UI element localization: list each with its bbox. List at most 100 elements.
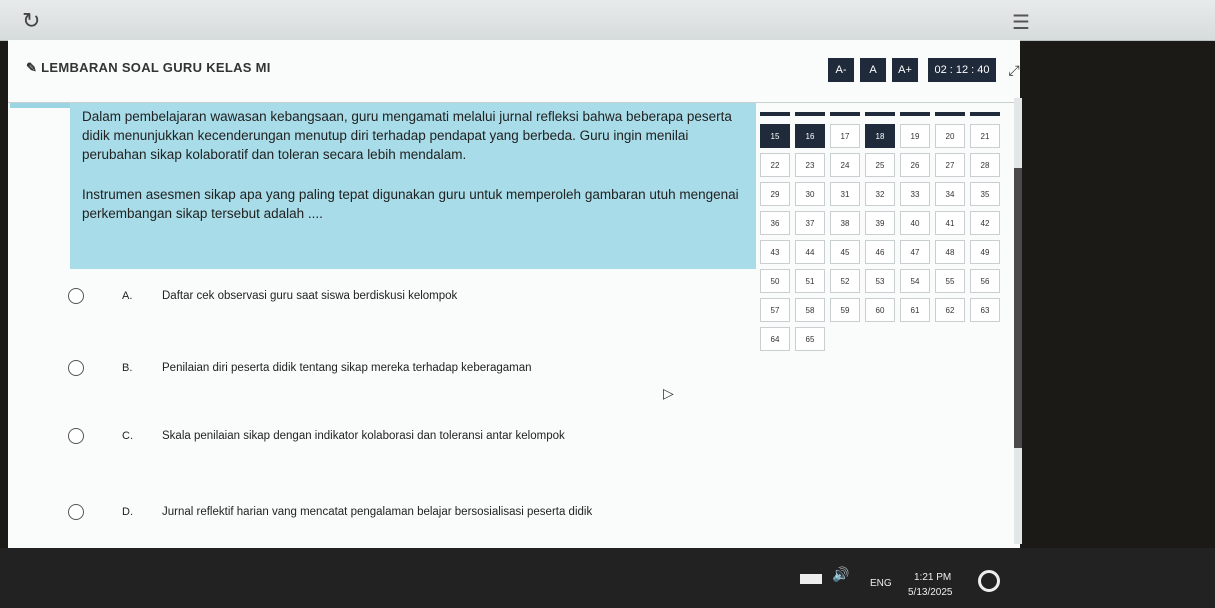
navigator-question-19[interactable]: 19 <box>900 124 930 148</box>
navigator-question-63[interactable]: 63 <box>970 298 1000 322</box>
navigator-question-30[interactable]: 30 <box>795 182 825 206</box>
navigator-stripe <box>830 112 860 116</box>
navigator-question-48[interactable]: 48 <box>935 240 965 264</box>
clock-time[interactable]: 1:21 PM <box>914 572 951 583</box>
navigator-stripe <box>935 112 965 116</box>
option-text[interactable]: Penilaian diri peserta didik tentang sik… <box>162 362 532 374</box>
option-b[interactable]: B. Penilaian diri peserta didik tentang … <box>68 356 532 380</box>
navigator-question-28[interactable]: 28 <box>970 153 1000 177</box>
navigator-question-39[interactable]: 39 <box>865 211 895 235</box>
option-a[interactable]: A. Daftar cek observasi guru saat siswa … <box>68 284 457 308</box>
clock-date[interactable]: 5/13/2025 <box>908 587 953 598</box>
navigator-question-32[interactable]: 32 <box>865 182 895 206</box>
navigator-question-16[interactable]: 16 <box>795 124 825 148</box>
navigator-question-53[interactable]: 53 <box>865 269 895 293</box>
option-letter: A. <box>122 290 133 302</box>
scrollbar-thumb[interactable] <box>1014 168 1022 448</box>
navigator-stripe <box>970 112 1000 116</box>
option-text[interactable]: Jurnal reflektif harian vang mencatat pe… <box>162 506 592 518</box>
navigator-stripe <box>865 112 895 116</box>
radio-button[interactable] <box>68 288 84 304</box>
question-number-tab <box>10 103 70 108</box>
navigator-question-35[interactable]: 35 <box>970 182 1000 206</box>
navigator-question-42[interactable]: 42 <box>970 211 1000 235</box>
expand-icon[interactable]: ⤢ <box>1002 58 1026 82</box>
navigator-question-34[interactable]: 34 <box>935 182 965 206</box>
navigator-question-21[interactable]: 21 <box>970 124 1000 148</box>
option-text[interactable]: Daftar cek observasi guru saat siswa ber… <box>162 290 457 302</box>
hamburger-icon[interactable]: ☰ <box>1012 10 1030 35</box>
radio-button[interactable] <box>68 360 84 376</box>
navigator-question-51[interactable]: 51 <box>795 269 825 293</box>
volume-icon[interactable]: 🔊 <box>832 566 849 583</box>
navigator-question-47[interactable]: 47 <box>900 240 930 264</box>
question-text: Dalam pembelajaran wawasan kebangsaan, g… <box>82 107 742 244</box>
edit-icon: ✎ <box>26 60 38 75</box>
page-title: ✎ LEMBARAN SOAL GURU KELAS MI <box>26 60 271 76</box>
navigator-question-27[interactable]: 27 <box>935 153 965 177</box>
browser-toolbar: ↻ ☰ <box>0 0 1215 41</box>
navigator-question-45[interactable]: 45 <box>830 240 860 264</box>
battery-icon[interactable] <box>800 574 822 584</box>
navigator-question-62[interactable]: 62 <box>935 298 965 322</box>
navigator-question-25[interactable]: 25 <box>865 153 895 177</box>
navigator-question-15[interactable]: 15 <box>760 124 790 148</box>
page-title-text: LEMBARAN SOAL GURU KELAS MI <box>41 60 271 75</box>
navigator-stripe <box>900 112 930 116</box>
countdown-timer: 02 : 12 : 40 <box>928 58 996 82</box>
navigator-question-23[interactable]: 23 <box>795 153 825 177</box>
navigator-question-54[interactable]: 54 <box>900 269 930 293</box>
navigator-question-36[interactable]: 36 <box>760 211 790 235</box>
navigator-question-29[interactable]: 29 <box>760 182 790 206</box>
navigator-question-43[interactable]: 43 <box>760 240 790 264</box>
navigator-question-49[interactable]: 49 <box>970 240 1000 264</box>
navigator-question-60[interactable]: 60 <box>865 298 895 322</box>
navigator-question-31[interactable]: 31 <box>830 182 860 206</box>
navigator-question-46[interactable]: 46 <box>865 240 895 264</box>
radio-button[interactable] <box>68 428 84 444</box>
navigator-question-40[interactable]: 40 <box>900 211 930 235</box>
option-c[interactable]: C. Skala penilaian sikap dengan indikato… <box>68 424 565 448</box>
power-icon[interactable] <box>978 570 1000 592</box>
navigator-question-44[interactable]: 44 <box>795 240 825 264</box>
navigator-question-56[interactable]: 56 <box>970 269 1000 293</box>
option-letter: D. <box>122 506 133 518</box>
font-decrease-button[interactable]: A- <box>828 58 854 82</box>
navigator-question-50[interactable]: 50 <box>760 269 790 293</box>
taskbar <box>0 548 1215 608</box>
navigator-question-57[interactable]: 57 <box>760 298 790 322</box>
navigator-question-26[interactable]: 26 <box>900 153 930 177</box>
navigator-question-22[interactable]: 22 <box>760 153 790 177</box>
reload-icon[interactable]: ↻ <box>22 8 40 34</box>
navigator-question-38[interactable]: 38 <box>830 211 860 235</box>
navigator-question-41[interactable]: 41 <box>935 211 965 235</box>
exam-header: ✎ LEMBARAN SOAL GURU KELAS MI A- A A+ 02… <box>8 58 1020 88</box>
navigator-question-64[interactable]: 64 <box>760 327 790 351</box>
navigator-stripe <box>795 112 825 116</box>
option-letter: B. <box>122 362 133 374</box>
scrollbar[interactable] <box>1014 98 1022 544</box>
navigator-question-17[interactable]: 17 <box>830 124 860 148</box>
navigator-question-61[interactable]: 61 <box>900 298 930 322</box>
navigator-question-58[interactable]: 58 <box>795 298 825 322</box>
navigator-question-20[interactable]: 20 <box>935 124 965 148</box>
navigator-stripe <box>760 112 790 116</box>
navigator-question-65[interactable]: 65 <box>795 327 825 351</box>
navigator-question-24[interactable]: 24 <box>830 153 860 177</box>
option-letter: C. <box>122 430 133 442</box>
font-increase-button[interactable]: A+ <box>892 58 918 82</box>
mouse-cursor-icon: ▷ <box>663 385 674 401</box>
navigator-question-55[interactable]: 55 <box>935 269 965 293</box>
navigator-question-37[interactable]: 37 <box>795 211 825 235</box>
option-text[interactable]: Skala penilaian sikap dengan indikator k… <box>162 430 565 442</box>
font-normal-button[interactable]: A <box>860 58 886 82</box>
question-box: Dalam pembelajaran wawasan kebangsaan, g… <box>70 103 756 269</box>
navigator-question-33[interactable]: 33 <box>900 182 930 206</box>
navigator-question-59[interactable]: 59 <box>830 298 860 322</box>
question-paragraph-2: Instrumen asesmen sikap apa yang paling … <box>82 187 739 221</box>
navigator-question-52[interactable]: 52 <box>830 269 860 293</box>
navigator-question-18[interactable]: 18 <box>865 124 895 148</box>
option-d[interactable]: D. Jurnal reflektif harian vang mencatat… <box>68 500 592 524</box>
radio-button[interactable] <box>68 504 84 520</box>
language-indicator[interactable]: ENG <box>870 578 892 589</box>
